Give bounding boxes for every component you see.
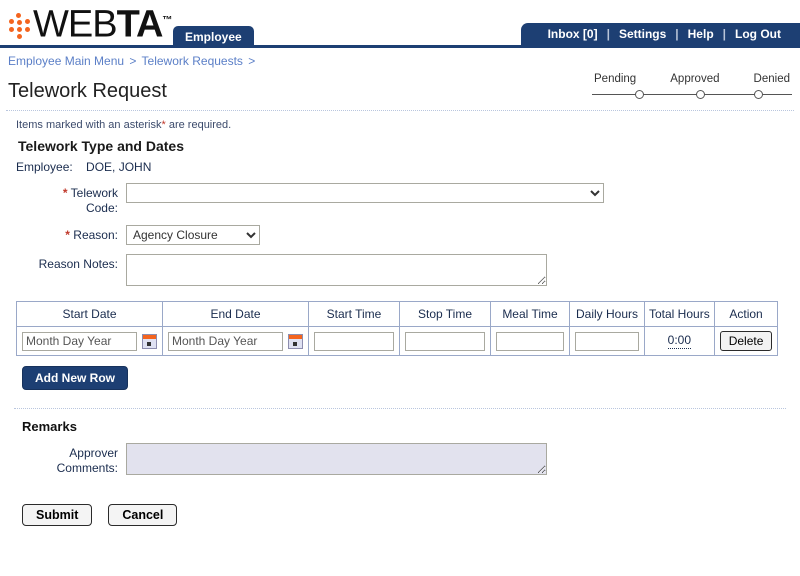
field-row-approver-comments: Approver Comments: <box>8 443 792 478</box>
approver-comments-label-line1: Approver <box>69 446 118 460</box>
remarks-heading: Remarks <box>22 419 77 434</box>
cell-stop-time <box>399 326 491 356</box>
breadcrumb-trailing: > <box>248 54 256 68</box>
status-tracker-line <box>592 88 792 102</box>
field-row-reason-notes: Reason Notes: <box>8 254 792 289</box>
cell-start-date <box>16 326 163 356</box>
total-hours-value: 0:00 <box>667 333 692 349</box>
employee-name: DOE, JOHN <box>86 160 152 174</box>
logo-text: WEBTA™ <box>33 2 172 44</box>
breadcrumb: Employee Main Menu > Telework Requests > <box>0 48 800 68</box>
required-asterisk: * <box>65 228 70 242</box>
status-node-pending <box>635 90 644 99</box>
telework-code-select[interactable] <box>126 183 604 203</box>
employee-label: Employee: <box>16 160 73 174</box>
approver-comments-textarea[interactable] <box>126 443 547 475</box>
table-row: 0:00 Delete <box>16 326 779 356</box>
column-header-action: Action <box>713 301 779 327</box>
telework-code-label: * Telework Code: <box>8 183 118 216</box>
logo-text-ta: TA <box>116 4 164 46</box>
cell-meal-time <box>490 326 570 356</box>
approver-comments-label-line2: Comments: <box>56 461 118 475</box>
logo-text-web: WEB <box>33 4 118 46</box>
cell-end-date <box>162 326 309 356</box>
approver-comments-label: Approver Comments: <box>8 443 118 476</box>
nav-help[interactable]: Help <box>679 27 723 41</box>
status-node-denied <box>754 90 763 99</box>
form-body: Items marked with an asterisk * are requi… <box>0 119 800 526</box>
cell-start-time <box>308 326 400 356</box>
required-asterisk: * <box>62 186 68 200</box>
footer-buttons: Submit Cancel <box>22 504 792 526</box>
breadcrumb-item-employee-main-menu[interactable]: Employee Main Menu <box>8 54 124 68</box>
status-tracker: Pending Approved Denied <box>592 73 792 102</box>
status-step-approved: Approved <box>670 73 720 85</box>
delete-row-button[interactable]: Delete <box>719 331 773 351</box>
column-header-end-date: End Date <box>162 301 309 327</box>
reason-label: * Reason: <box>8 225 118 243</box>
start-time-input[interactable] <box>314 331 394 351</box>
title-divider <box>6 110 794 111</box>
telework-dates-table: Start Date End Date Start Time Stop Time… <box>16 301 779 356</box>
page-title: Telework Request <box>8 80 167 102</box>
employee-row: Employee: DOE, JOHN <box>16 160 792 174</box>
app-header: WEBTA™ Employee Inbox [0] | Settings | H… <box>0 0 800 48</box>
telework-code-control <box>126 183 604 203</box>
cancel-button[interactable]: Cancel <box>108 504 178 526</box>
trademark-icon: ™ <box>162 15 173 27</box>
top-navigation: Inbox [0] | Settings | Help | Log Out <box>520 23 800 45</box>
required-note: Items marked with an asterisk* are requi… <box>16 119 792 131</box>
nav-settings[interactable]: Settings <box>610 27 675 41</box>
column-header-daily-hours: Daily Hours <box>569 301 645 327</box>
reason-select[interactable]: Agency Closure <box>126 225 260 245</box>
add-new-row-button[interactable]: Add New Row <box>22 366 128 390</box>
column-header-total-hours: Total Hours <box>644 301 715 327</box>
role-tab-employee[interactable]: Employee <box>173 26 254 46</box>
stop-time-input[interactable] <box>405 331 485 351</box>
reason-label-text: Reason: <box>73 228 118 242</box>
section-heading-telework-type-and-dates: Telework Type and Dates <box>18 138 184 154</box>
daily-hours-input[interactable] <box>575 331 639 351</box>
required-note-text: Items marked with an asterisk <box>16 119 162 131</box>
table-header-row: Start Date End Date Start Time Stop Time… <box>16 301 779 327</box>
cell-total-hours: 0:00 <box>644 326 715 356</box>
remarks-divider <box>14 408 786 409</box>
reason-control: Agency Closure <box>126 225 260 245</box>
required-note-suffix: are required. <box>165 119 232 131</box>
column-header-meal-time: Meal Time <box>490 301 570 327</box>
cell-action: Delete <box>713 326 779 356</box>
reason-notes-control <box>126 254 547 289</box>
submit-button[interactable]: Submit <box>22 504 93 526</box>
breadcrumb-separator: > <box>129 54 137 68</box>
cell-daily-hours <box>569 326 645 356</box>
field-row-telework-code: * Telework Code: <box>8 183 792 216</box>
status-node-approved <box>696 90 705 99</box>
approver-comments-control <box>126 443 547 478</box>
column-header-stop-time: Stop Time <box>399 301 491 327</box>
breadcrumb-item-telework-requests[interactable]: Telework Requests <box>142 54 243 68</box>
calendar-icon[interactable] <box>288 333 303 349</box>
status-tracker-labels: Pending Approved Denied <box>592 73 792 85</box>
header-divider <box>0 45 800 48</box>
meal-time-input[interactable] <box>496 331 564 351</box>
calendar-icon[interactable] <box>142 333 157 349</box>
logo-dots-icon <box>6 13 32 39</box>
role-tab-label: Employee <box>185 30 242 44</box>
nav-log-out[interactable]: Log Out <box>726 27 790 41</box>
reason-notes-label: Reason Notes: <box>38 257 118 271</box>
nav-inbox[interactable]: Inbox [0] <box>539 27 607 41</box>
field-row-reason: * Reason: Agency Closure <box>8 225 792 245</box>
telework-code-label-line1: Telework <box>70 186 118 200</box>
reason-notes-textarea[interactable] <box>126 254 547 286</box>
webta-logo: WEBTA™ <box>6 2 172 46</box>
column-header-start-date: Start Date <box>16 301 163 327</box>
start-date-input[interactable] <box>22 331 137 351</box>
column-header-start-time: Start Time <box>308 301 400 327</box>
status-step-denied: Denied <box>753 73 790 85</box>
end-date-input[interactable] <box>168 331 283 351</box>
title-row: Telework Request Pending Approved Denied <box>0 68 800 110</box>
status-step-pending: Pending <box>594 73 637 85</box>
telework-dates-table-wrap: Start Date End Date Start Time Stop Time… <box>16 301 784 356</box>
telework-code-label-line2: Code: <box>85 201 118 215</box>
